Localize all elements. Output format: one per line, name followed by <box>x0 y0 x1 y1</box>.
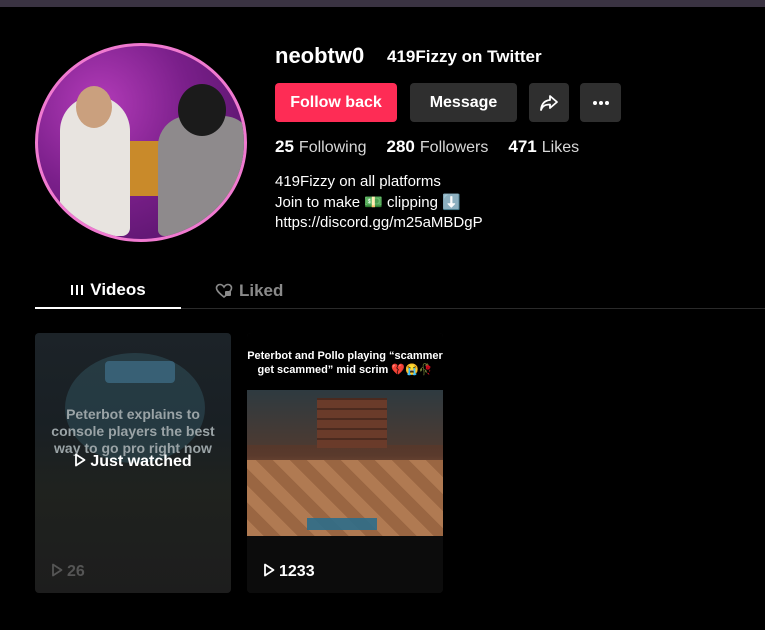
tab-liked-label: Liked <box>239 280 284 300</box>
play-outline-icon <box>52 563 63 577</box>
profile-username: neobtw0 <box>275 43 365 68</box>
window-top-bar <box>0 0 765 7</box>
following-label: Following <box>298 139 367 156</box>
following-stat[interactable]: 25 Following <box>275 137 367 157</box>
just-watched-label: Just watched <box>35 453 231 471</box>
followers-stat[interactable]: 280 Followers <box>387 137 489 157</box>
avatar-head-right <box>178 84 226 136</box>
thumbnail-hud <box>307 518 377 530</box>
followers-label: Followers <box>419 139 489 156</box>
bio-line-2: Join to make 💵 clipping ⬇️ <box>275 193 461 211</box>
likes-count: 471 <box>508 137 537 156</box>
bio-line-1: 419Fizzy on all platforms <box>275 173 441 190</box>
video-card[interactable]: Peterbot explains to console players the… <box>35 333 231 593</box>
likes-stat: 471 Likes <box>508 137 579 157</box>
video-card[interactable]: Peterbot and Pollo playing “scammer get … <box>247 333 443 593</box>
likes-label: Likes <box>541 139 580 156</box>
more-icon <box>592 100 609 105</box>
share-icon <box>540 94 558 111</box>
message-button[interactable]: Message <box>410 83 517 122</box>
tab-videos-label: Videos <box>90 280 146 299</box>
profile-stats: 25 Following 280 Followers 471 Likes <box>275 137 579 157</box>
avatar-head-left <box>76 86 112 128</box>
video-caption: Peterbot explains to console players the… <box>51 406 215 456</box>
following-count: 25 <box>275 137 294 156</box>
bio-link[interactable]: https://discord.gg/m25aMBDgP <box>275 213 483 234</box>
tab-videos[interactable]: Videos <box>35 273 181 309</box>
profile-tabs: Videos Liked <box>35 273 765 309</box>
play-outline-icon <box>75 453 86 467</box>
play-outline-icon <box>264 563 275 577</box>
followers-count: 280 <box>386 137 415 156</box>
video-views-count: 26 <box>67 563 85 580</box>
profile-nickname: 419Fizzy on Twitter <box>387 47 542 66</box>
liked-heart-icon <box>215 283 233 298</box>
just-watched-text: Just watched <box>90 453 192 470</box>
follow-back-button[interactable]: Follow back <box>275 83 397 122</box>
share-button[interactable] <box>529 83 569 122</box>
thumbnail-bricks <box>317 398 387 448</box>
profile-bio: 419Fizzy on all platforms Join to make 💵… <box>275 172 483 234</box>
profile-avatar[interactable] <box>35 43 247 242</box>
videos-grid-icon <box>71 285 84 295</box>
tab-liked[interactable]: Liked <box>215 273 283 308</box>
video-views: 26 <box>51 563 85 581</box>
video-views: 1233 <box>263 563 315 581</box>
video-title: Peterbot and Pollo playing “scammer get … <box>247 350 443 376</box>
video-thumbnail <box>247 390 443 536</box>
video-views-count: 1233 <box>279 563 315 580</box>
thumbnail-tag <box>105 361 175 383</box>
more-button[interactable] <box>580 83 621 122</box>
